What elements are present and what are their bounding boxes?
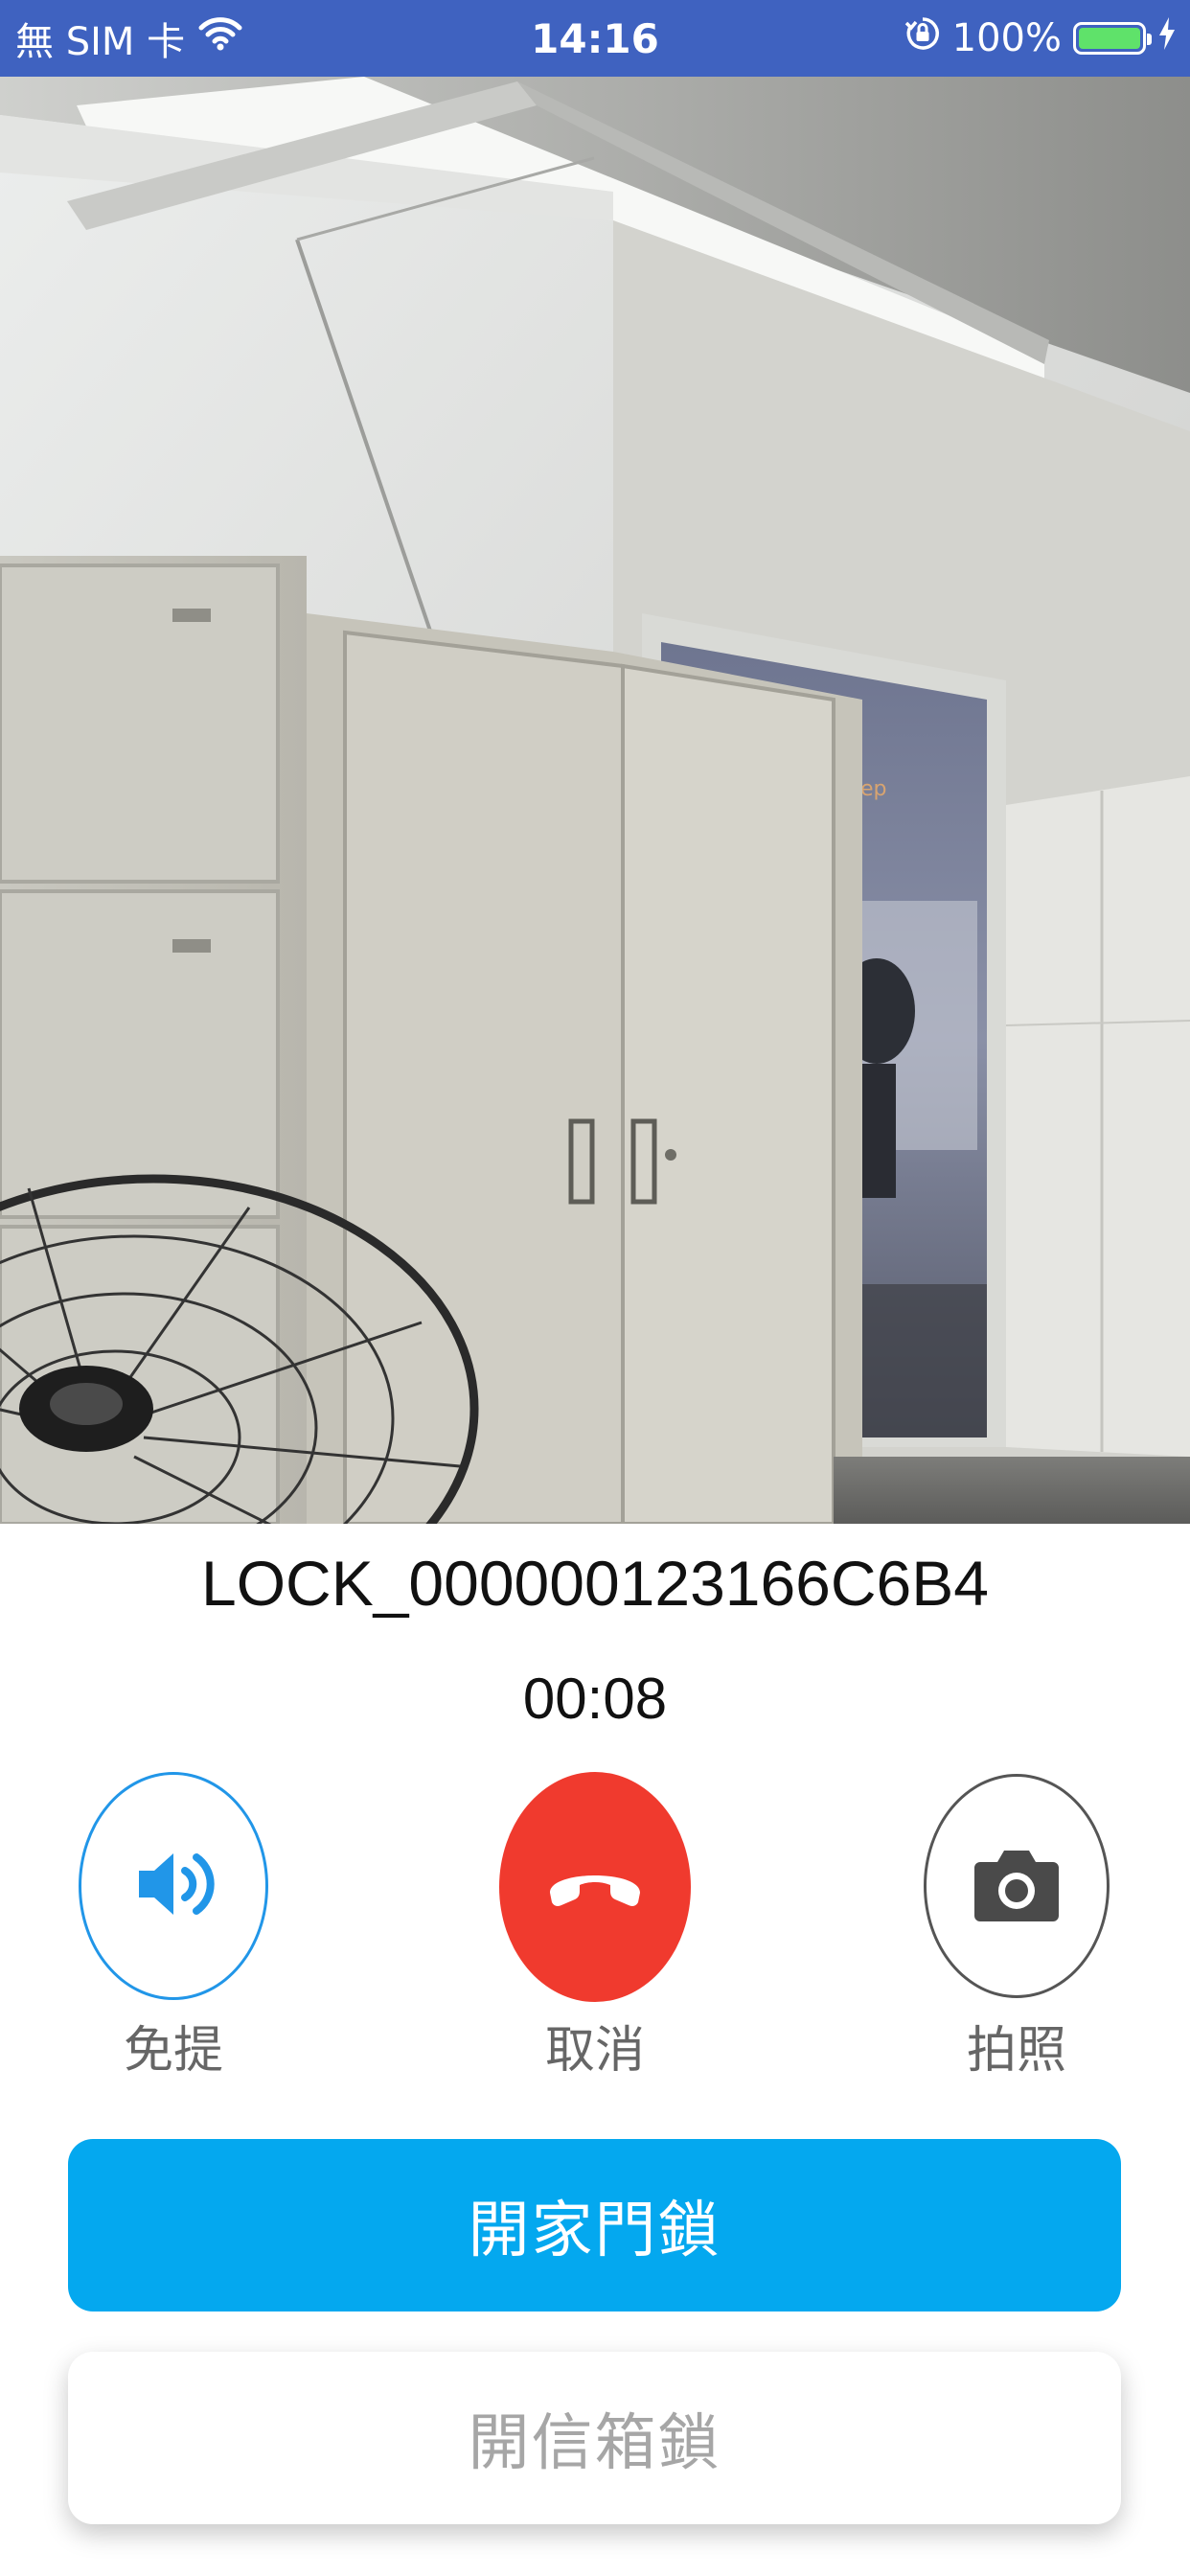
battery-icon	[1073, 22, 1152, 55]
camera-icon	[973, 1845, 1061, 1927]
device-name: LOCK_000000123166C6B4	[200, 1548, 989, 1619]
camera-video-feed: ing Dep	[0, 77, 1190, 1524]
photo-label: 拍照	[966, 2022, 1066, 2080]
rotation-lock-icon	[904, 15, 941, 61]
speaker-label: 免提	[123, 2022, 223, 2080]
phone-hangup-icon	[542, 1856, 648, 1918]
call-duration: 00:08	[522, 1667, 668, 1731]
battery-level-fill	[1079, 28, 1140, 49]
take-photo-button[interactable]	[924, 1774, 1110, 1998]
cancel-label: 取消	[544, 2022, 645, 2080]
status-right: 100%	[904, 0, 1177, 77]
intercom-call-screen: 無 SIM 卡 14:16 100% Dep LOCK_000000123166…	[0, 0, 1190, 2576]
battery-percent: 100%	[951, 16, 1062, 60]
hangup-button[interactable]	[499, 1772, 691, 2002]
speaker-volume-icon	[127, 1838, 219, 1934]
unlock-mailbox-button[interactable]: 開信箱鎖	[68, 2352, 1121, 2524]
unlock-home-door-button[interactable]: 開家門鎖	[68, 2139, 1121, 2312]
speaker-button[interactable]	[79, 1772, 268, 2000]
charging-bolt-icon	[1157, 16, 1177, 60]
status-bar: 無 SIM 卡 14:16 100%	[0, 0, 1190, 77]
